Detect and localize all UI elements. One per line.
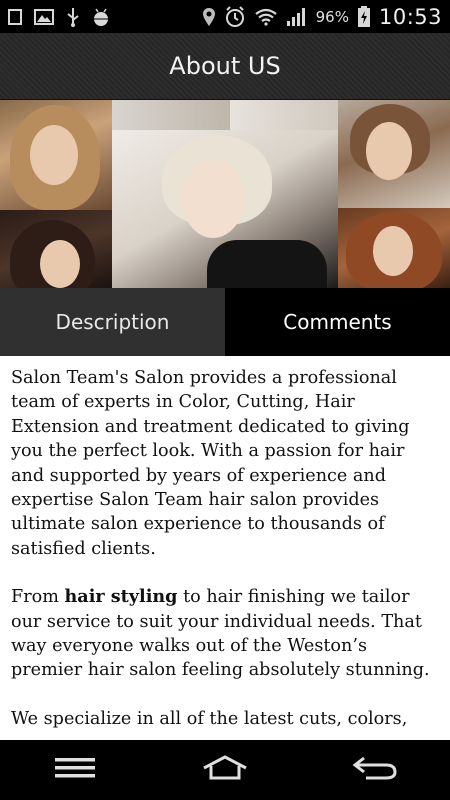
home-icon (201, 755, 249, 785)
tab-description-label: Description (55, 310, 170, 334)
paragraph-text: From (11, 587, 65, 608)
battery-charging-icon (357, 5, 371, 28)
page-title: About US (169, 52, 281, 80)
status-right-icons: 96% 10:53 (202, 5, 442, 29)
banner-photo-top-left (112, 100, 230, 130)
location-icon (202, 7, 216, 27)
signal-icon (286, 7, 308, 27)
tab-bar: Description Comments (0, 288, 450, 356)
android-debug-icon (92, 7, 110, 27)
image-icon (34, 8, 54, 25)
navigation-bar (0, 740, 450, 800)
tab-comments-label: Comments (283, 310, 392, 334)
square-notification-icon (8, 8, 22, 25)
usb-icon (66, 7, 80, 27)
battery-percent: 96% (315, 7, 349, 26)
title-bar: About US (0, 33, 450, 100)
alarm-icon (224, 5, 246, 28)
description-paragraph: From hair styling to hair finishing we t… (11, 585, 438, 683)
description-paragraph: We specialize in all of the latest cuts,… (11, 708, 408, 729)
salon-banner-image (0, 100, 450, 288)
menu-icon (54, 757, 96, 783)
home-button[interactable] (185, 745, 265, 795)
tab-comments[interactable]: Comments (225, 288, 450, 356)
tab-description[interactable]: Description (0, 288, 225, 356)
wifi-icon (254, 8, 278, 26)
status-left-icons (8, 7, 110, 27)
menu-button[interactable] (35, 745, 115, 795)
banner-photo-blonde-waves (0, 100, 112, 210)
banner-photo-red-curls (338, 208, 450, 288)
banner-photo-platinum-pixie (112, 130, 338, 288)
description-content[interactable]: Salon Team's Salon provides a profession… (0, 356, 450, 740)
paragraph-bold-text: hair styling (64, 586, 178, 608)
description-paragraph: Salon Team's Salon provides a profession… (11, 368, 410, 559)
clock: 10:53 (378, 4, 442, 29)
back-button[interactable] (335, 745, 415, 795)
banner-photo-short-brown (338, 100, 450, 208)
back-icon (352, 755, 398, 785)
banner-photo-dark-bob (0, 210, 112, 288)
banner-photo-top-right (230, 100, 338, 130)
status-bar: 96% 10:53 (0, 0, 450, 33)
